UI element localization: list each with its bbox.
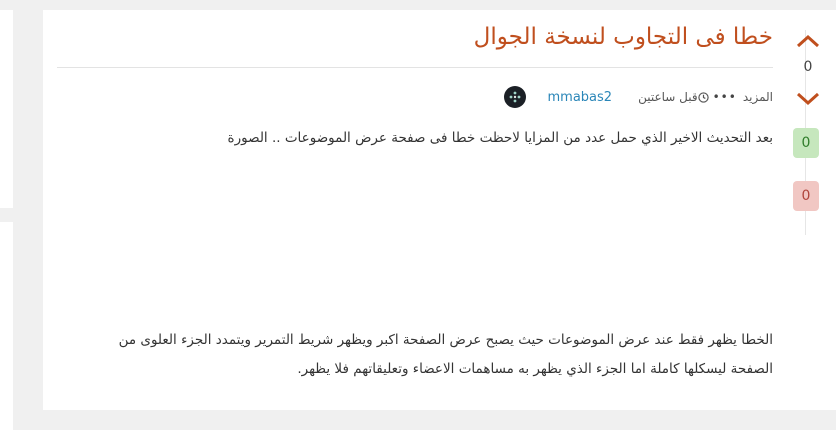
left-panel (0, 10, 13, 208)
more-menu-button[interactable]: المزيد ••• (713, 90, 773, 104)
post-time-label: قبل ساعتين (638, 90, 698, 104)
ellipsis-icon: ••• (712, 90, 737, 104)
author-link[interactable]: mmabas2 (548, 90, 613, 105)
chevron-down-icon (796, 92, 820, 106)
vote-score: 0 (803, 59, 813, 75)
downvote-count-badge[interactable]: 0 (793, 181, 819, 211)
post-body-paragraph: الخطا يظهر فقط عند عرض الموضوعات حيث يصب… (118, 332, 773, 377)
post-title[interactable]: خطا فى التجاوب لنسخة الجوال (474, 24, 773, 50)
upvote-count-badge[interactable]: 0 (793, 128, 819, 158)
downvote-button[interactable] (795, 90, 821, 108)
avatar-pattern-icon (509, 91, 520, 103)
left-panel-lower (0, 222, 13, 430)
clock-icon (697, 91, 709, 103)
chevron-up-icon (796, 34, 820, 48)
more-label: المزيد (742, 90, 773, 104)
avatar[interactable] (503, 86, 526, 108)
upvote-button[interactable] (795, 32, 821, 50)
title-divider (57, 67, 773, 68)
post-body-paragraph: بعد التحديث الاخير الذي حمل عدد من المزا… (227, 130, 773, 146)
post-meta: mmabas2 قبل ساعتين المزيد ••• (496, 86, 773, 108)
post-card: 0 0 0 خطا فى التجاوب لنسخة الجوال mmabas… (43, 10, 836, 410)
post-time: قبل ساعتين (638, 90, 713, 104)
